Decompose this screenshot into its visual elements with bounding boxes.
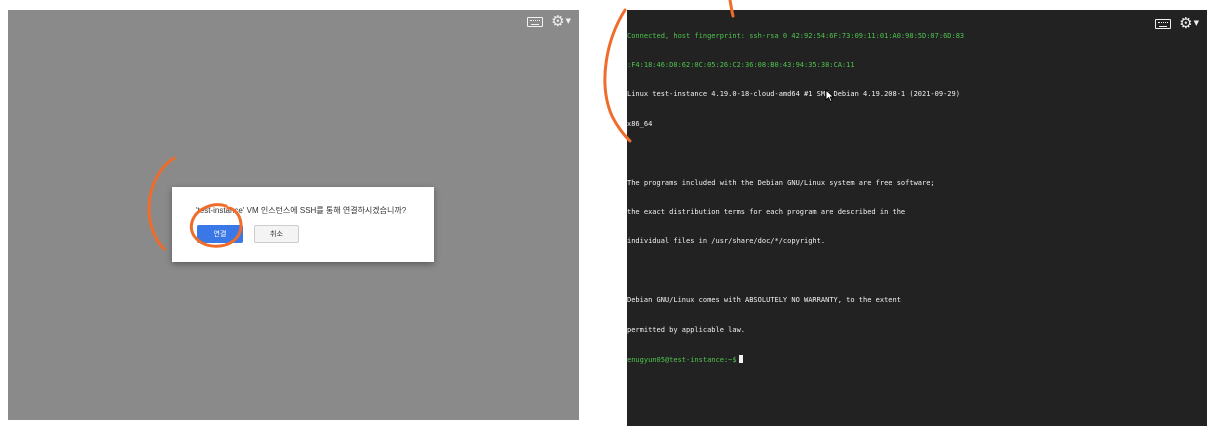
terminal-line: :F4:18:46:D8:62:0C:05:26:C2:36:08:B0:43:… [627,60,855,69]
left-toolbar: ⚙ ▼ [527,14,571,29]
terminal-line: Linux test-instance 4.19.0-18-cloud-amd6… [627,90,960,99]
connect-button[interactable]: 연결 [197,225,243,243]
chevron-down-icon: ▼ [565,17,571,25]
terminal-prompt-line: enugyun05@test-instance:~$ [627,354,1097,365]
mouse-cursor-icon [825,89,835,103]
gear-icon: ⚙ [551,12,565,30]
settings-menu-button[interactable]: ⚙ ▼ [551,14,571,29]
terminal-line: individual files in /usr/share/doc/*/cop… [627,237,826,246]
screenshot-page: ⚙ ▼ 'test-instance' VM 인스턴스에 SSH를 통해 연결하… [0,0,1217,433]
terminal-prompt: enugyun05@test-instance:~$ [627,355,737,364]
keyboard-icon[interactable] [1155,18,1172,29]
ssh-connect-dialog: 'test-instance' VM 인스턴스에 SSH를 통해 연결하시겠습니… [172,187,434,262]
terminal-cursor [738,354,743,363]
ssh-browser-window-left: ⚙ ▼ 'test-instance' VM 인스턴스에 SSH를 통해 연결하… [8,10,579,420]
terminal-line: permitted by applicable law. [627,325,746,334]
terminal-line: The programs included with the Debian GN… [627,178,935,187]
terminal-output[interactable]: Connected, host fingerprint: ssh-rsa 0 4… [627,12,1097,384]
gear-icon: ⚙ [1179,14,1193,32]
terminal-line: Debian GNU/Linux comes with ABSOLUTELY N… [627,296,901,305]
chevron-down-icon: ▼ [1193,19,1199,27]
right-toolbar: ⚙ ▼ [1155,16,1199,31]
terminal-line: x86_64 [627,119,653,128]
dialog-message: 'test-instance' VM 인스턴스에 SSH를 통해 연결하시겠습니… [196,206,407,215]
ssh-terminal-window[interactable]: ⚙ ▼ Connected, host fingerprint: ssh-rsa… [627,10,1207,426]
terminal-line: Connected, host fingerprint: ssh-rsa 0 4… [627,31,965,40]
terminal-line: the exact distribution terms for each pr… [627,207,906,216]
settings-menu-button[interactable]: ⚙ ▼ [1179,16,1199,31]
cancel-button[interactable]: 취소 [254,225,299,243]
keyboard-icon[interactable] [527,16,544,27]
